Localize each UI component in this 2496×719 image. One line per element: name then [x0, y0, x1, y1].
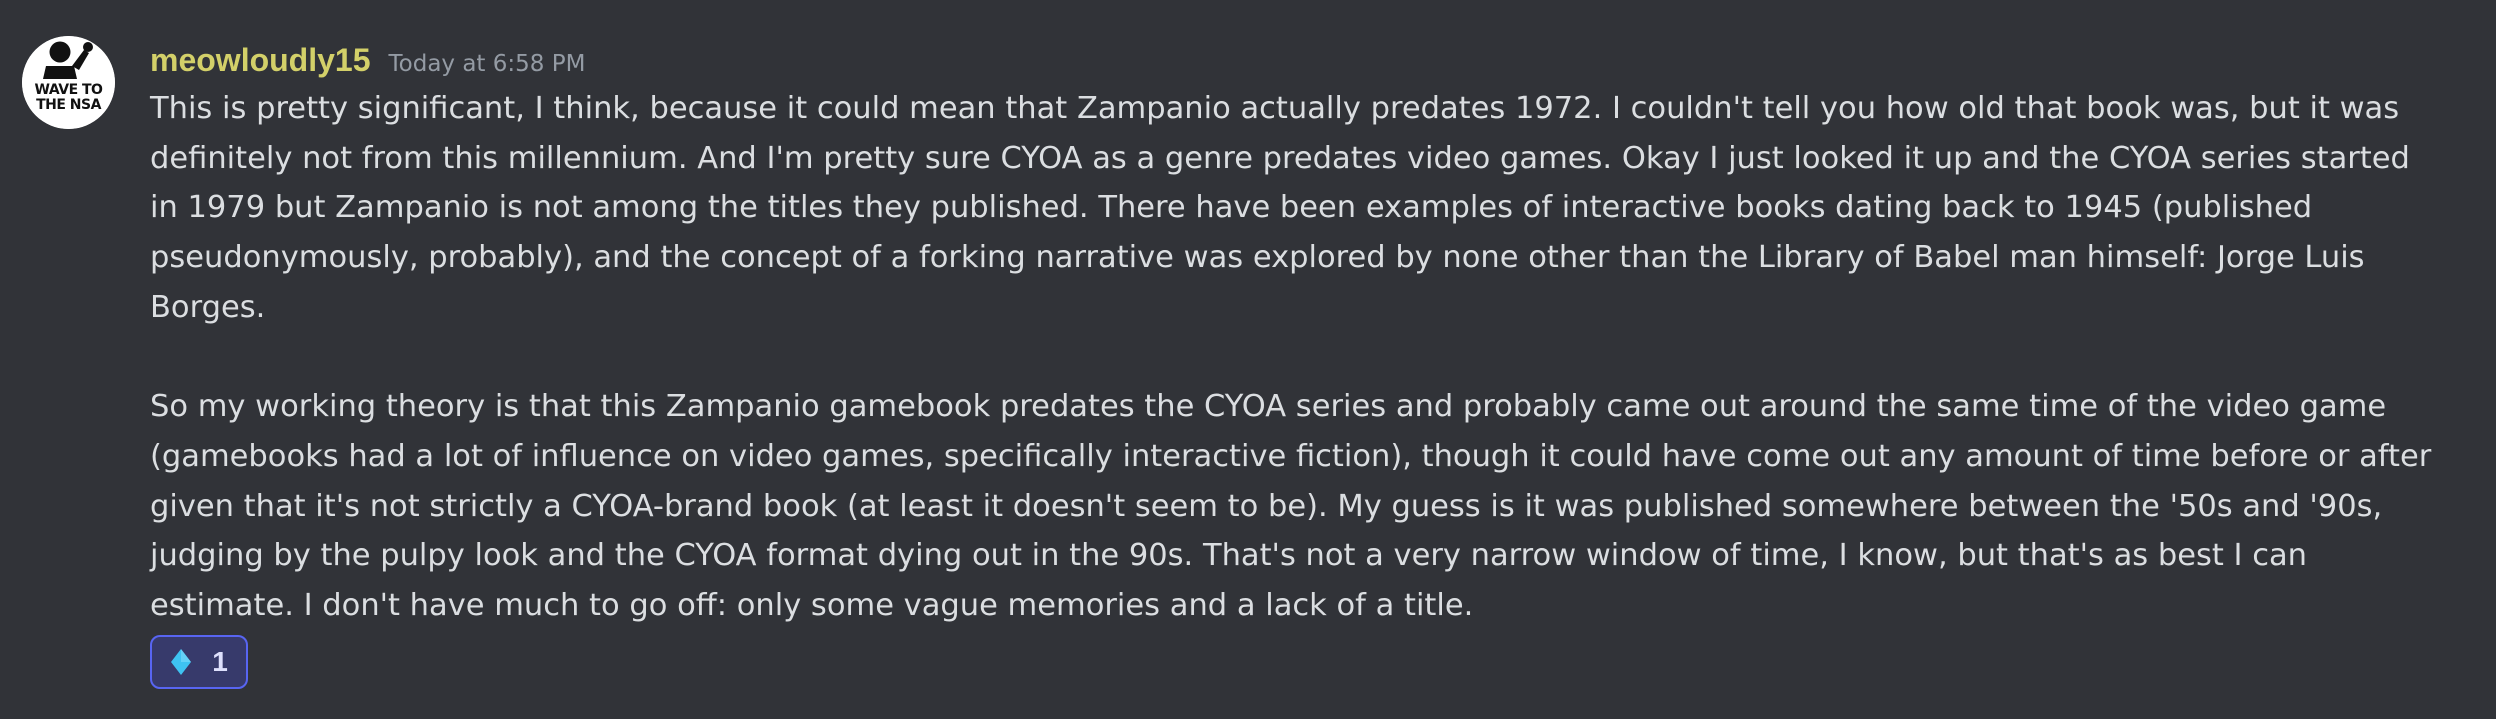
- message-content: This is pretty significant, I think, bec…: [150, 84, 2440, 631]
- svg-text:WAVE TO: WAVE TO: [35, 82, 104, 98]
- avatar-image: WAVE TO THE NSA: [22, 36, 115, 129]
- author-username[interactable]: meowloudly15: [150, 36, 371, 84]
- svg-text:THE NSA: THE NSA: [36, 97, 102, 113]
- reaction-button[interactable]: 1: [150, 635, 248, 689]
- small-blue-diamond-icon: [170, 648, 192, 676]
- message-paragraph: This is pretty significant, I think, bec…: [150, 91, 2410, 325]
- message-header: meowloudly15 Today at 6:58 PM: [150, 36, 585, 84]
- user-avatar[interactable]: WAVE TO THE NSA: [22, 36, 115, 129]
- reaction-count: 1: [212, 646, 228, 677]
- chat-message: WAVE TO THE NSA meowloudly15 Today at 6:…: [0, 0, 2496, 719]
- message-timestamp[interactable]: Today at 6:58 PM: [389, 40, 586, 88]
- message-paragraph: So my working theory is that this Zampan…: [150, 389, 2432, 624]
